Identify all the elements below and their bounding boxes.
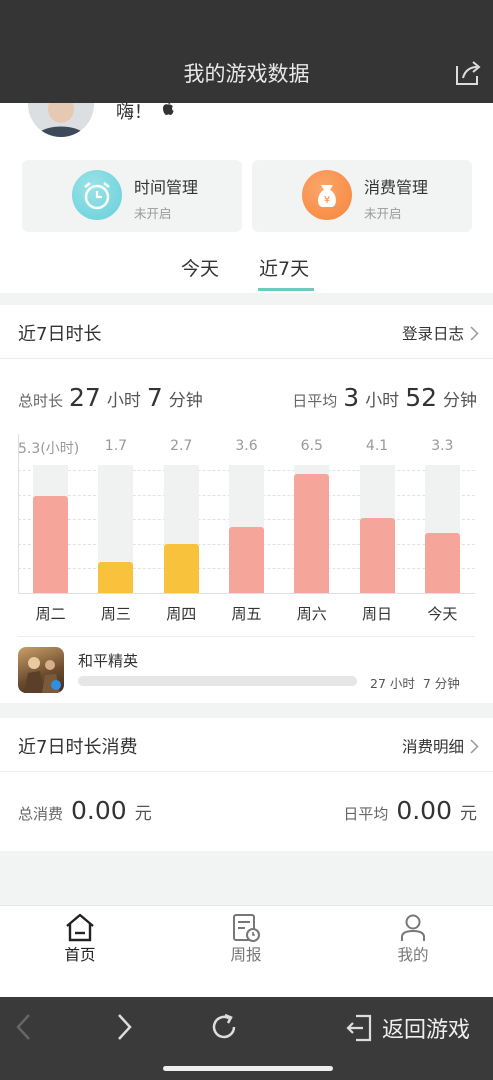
total-label: 总时长 bbox=[18, 392, 64, 410]
tab-active-indicator bbox=[258, 288, 314, 291]
total-spend-label: 总消费 bbox=[18, 805, 64, 823]
app-header: 我的游戏数据 bbox=[0, 0, 493, 103]
time-management-card[interactable]: 时间管理 未开启 bbox=[22, 160, 242, 232]
avg-duration: 日平均 3 小时 52 分钟 bbox=[292, 383, 477, 412]
chart-category-label: 今天 bbox=[427, 605, 458, 623]
chart-category-label: 周六 bbox=[296, 605, 327, 623]
chart-category-label: 周五 bbox=[231, 605, 262, 623]
chart-value-label: 2.7 bbox=[170, 438, 193, 454]
nav-label: 周报 bbox=[230, 946, 262, 964]
chart-category-label: 周四 bbox=[166, 605, 197, 623]
spend-header: 近7日时长消费 消费明细 bbox=[0, 718, 493, 772]
hours-unit: 小时 bbox=[365, 391, 400, 411]
chevron-right-icon bbox=[470, 325, 479, 341]
chart-bar bbox=[33, 496, 69, 593]
exit-icon bbox=[346, 1014, 372, 1042]
page-title: 我的游戏数据 bbox=[183, 62, 310, 86]
home-indicator bbox=[163, 1066, 333, 1071]
alarm-clock-icon bbox=[72, 170, 122, 220]
tab-today[interactable]: 今天 bbox=[181, 254, 219, 281]
back-arrow-icon[interactable] bbox=[14, 1012, 34, 1042]
chart-value-label: 3.6 bbox=[235, 438, 258, 454]
spend-detail-link[interactable]: 消费明细 bbox=[402, 735, 479, 757]
game-name: 和平精英 bbox=[78, 652, 139, 670]
chart-value-label: 4.1 bbox=[365, 438, 389, 454]
return-label: 返回游戏 bbox=[382, 1018, 471, 1043]
chart-bar bbox=[359, 518, 395, 593]
chart-value-label: 5.3(小时) bbox=[18, 441, 80, 457]
nav-label: 我的 bbox=[397, 946, 429, 964]
avg-hours: 3 bbox=[343, 383, 360, 412]
duration-header: 近7日时长 登录日志 bbox=[0, 305, 493, 359]
chart-category-label: 周二 bbox=[35, 605, 66, 623]
link-label: 登录日志 bbox=[401, 325, 464, 343]
total-duration: 总时长 27 小时 7 分钟 bbox=[18, 383, 203, 412]
svg-text:¥: ¥ bbox=[324, 195, 330, 206]
spend-management-card[interactable]: ¥ 消费管理 未开启 bbox=[252, 160, 472, 232]
avg-spend: 日平均 0.00 元 bbox=[343, 796, 477, 825]
total-spend: 总消费 0.00 元 bbox=[18, 796, 152, 825]
avg-spend-value: 0.00 bbox=[396, 796, 452, 825]
nav-label: 首页 bbox=[64, 946, 96, 964]
minutes-unit: 分钟 bbox=[168, 391, 203, 411]
report-icon bbox=[233, 914, 260, 942]
chart-bar bbox=[294, 474, 330, 593]
apple-icon bbox=[163, 101, 174, 115]
card-status: 未开启 bbox=[134, 206, 172, 221]
chart-value-label: 1.7 bbox=[104, 438, 128, 454]
tab-7days[interactable]: 近7天 bbox=[259, 254, 309, 281]
game-thumbnail bbox=[18, 647, 64, 693]
game-progress-track bbox=[78, 676, 357, 686]
game-time: 27 小时 7 分钟 bbox=[370, 676, 460, 691]
return-to-game-button[interactable]: 返回游戏 bbox=[340, 1010, 485, 1046]
profile-icon bbox=[401, 914, 425, 941]
chart-category-label: 周日 bbox=[362, 605, 393, 623]
game-progress-fill bbox=[78, 676, 357, 686]
total-minutes: 7 bbox=[146, 383, 163, 412]
money-bag-icon: ¥ bbox=[302, 170, 352, 220]
home-icon bbox=[66, 913, 94, 942]
total-hours: 27 bbox=[69, 383, 101, 412]
divider bbox=[18, 636, 475, 637]
chart-baseline bbox=[18, 593, 475, 594]
greeting-text: 嗨！ bbox=[116, 102, 152, 123]
card-title: 消费管理 bbox=[364, 178, 429, 197]
link-label: 消费明细 bbox=[401, 738, 464, 756]
duration-section: 近7日时长 登录日志 总时长 27 小时 7 分钟 日平均 3 小时 52 分钟… bbox=[0, 305, 493, 703]
card-title: 时间管理 bbox=[134, 178, 199, 197]
chart-bar bbox=[229, 527, 264, 593]
spend-section: 近7日时长消费 消费明细 总消费 0.00 元 日平均 0.00 元 bbox=[0, 718, 493, 851]
avg-label: 日平均 bbox=[292, 392, 338, 410]
bottom-nav: 首页 周报 我的 bbox=[0, 905, 493, 997]
section-title: 近7日时长消费 bbox=[18, 737, 138, 758]
currency-unit: 元 bbox=[134, 804, 152, 824]
section-title: 近7日时长 bbox=[18, 324, 102, 345]
login-log-link[interactable]: 登录日志 bbox=[402, 322, 479, 344]
duration-bar-chart: 5.3(小时) 周二 1.7 周三 2.7 周四 3.6 周五 6.5 周六 4.1 周日 3.3 今天 bbox=[0, 430, 493, 630]
avg-minutes: 52 bbox=[405, 383, 437, 412]
chart-bar bbox=[424, 532, 460, 593]
chart-value-label: 3.3 bbox=[431, 438, 454, 454]
card-status: 未开启 bbox=[364, 206, 402, 221]
currency-unit: 元 bbox=[460, 804, 477, 824]
chart-bar bbox=[98, 561, 134, 593]
chevron-right-icon bbox=[470, 738, 479, 754]
share-icon[interactable] bbox=[453, 58, 483, 88]
refresh-icon[interactable] bbox=[208, 1011, 240, 1043]
chart-value-label: 6.5 bbox=[300, 438, 323, 454]
avg-spend-label: 日平均 bbox=[343, 805, 389, 823]
chart-bar bbox=[163, 543, 199, 593]
total-spend-value: 0.00 bbox=[71, 796, 127, 825]
minutes-unit: 分钟 bbox=[443, 391, 477, 411]
chart-category-label: 周三 bbox=[100, 605, 131, 623]
hours-unit: 小时 bbox=[106, 391, 141, 411]
forward-arrow-icon[interactable] bbox=[114, 1012, 134, 1042]
